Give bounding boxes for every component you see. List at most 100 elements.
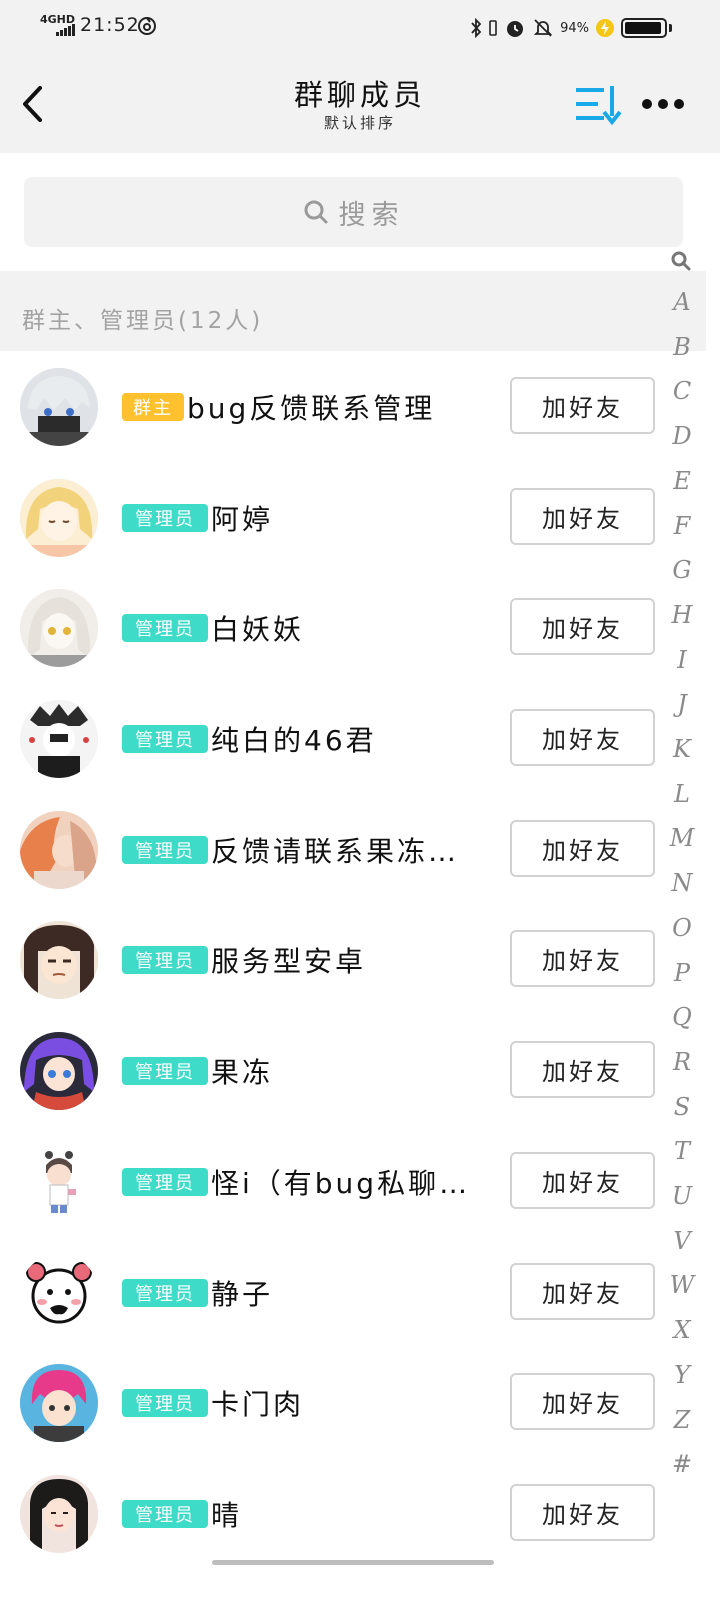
admin-badge: 管理员 — [122, 1499, 208, 1528]
avatar[interactable] — [20, 368, 98, 446]
avatar[interactable] — [20, 1253, 98, 1332]
member-name: 怪i（有bug私聊… — [211, 1166, 471, 1200]
index-letter-a[interactable]: A — [662, 288, 702, 316]
member-row[interactable]: 管理员 反馈请联系果冻… 加好友 — [0, 794, 706, 905]
home-indicator[interactable] — [212, 1560, 494, 1565]
add-friend-button[interactable]: 加好友 — [510, 487, 655, 545]
more-dot-icon — [674, 99, 684, 109]
member-row[interactable]: 管理员 静子 加好友 — [0, 1237, 706, 1348]
member-name: bug反馈联系管理 — [187, 392, 436, 425]
admin-badge: 管理员 — [122, 1389, 208, 1418]
member-row[interactable]: 管理员 阿婷 加好友 — [0, 462, 706, 573]
member-row[interactable]: 管理员 服务型安卓 加好友 — [0, 904, 706, 1015]
member-name: 服务型安卓 — [211, 945, 367, 979]
index-letter-n[interactable]: N — [662, 869, 702, 897]
admin-badge: 管理员 — [122, 614, 208, 643]
search-placeholder: 搜索 — [338, 199, 405, 231]
avatar[interactable] — [20, 810, 98, 889]
index-letter-t[interactable]: T — [662, 1137, 702, 1165]
avatar[interactable] — [20, 700, 98, 779]
bluetooth-icon — [471, 18, 482, 38]
index-letter-d[interactable]: D — [662, 422, 702, 450]
section-header: 群主、管理员(12人) — [0, 271, 706, 351]
index-letter-g[interactable]: G — [662, 556, 702, 584]
sort-icon — [576, 86, 622, 126]
member-row[interactable]: 管理员 纯白的46君 加好友 — [0, 683, 706, 794]
member-name: 白妖妖 — [211, 613, 305, 647]
member-row[interactable]: 管理员 晴 加好友 — [0, 1458, 706, 1569]
member-name: 果冻 — [211, 1056, 274, 1090]
avatar[interactable] — [20, 1364, 98, 1443]
mute-icon — [533, 19, 553, 37]
member-name: 纯白的46君 — [211, 724, 377, 758]
index-letter-z[interactable]: Z — [662, 1406, 702, 1434]
add-friend-button[interactable]: 加好友 — [510, 1151, 655, 1209]
member-name: 晴 — [211, 1498, 243, 1532]
index-letter-l[interactable]: L — [662, 780, 702, 808]
index-letter-e[interactable]: E — [662, 467, 702, 495]
index-letter-b[interactable]: B — [662, 333, 702, 361]
member-name: 静子 — [211, 1277, 274, 1311]
section-title: 群主、管理员(12人) — [22, 308, 264, 334]
index-letter-v[interactable]: V — [662, 1227, 702, 1255]
signal-icon — [56, 24, 75, 36]
alarm-icon — [507, 21, 524, 37]
add-friend-button[interactable]: 加好友 — [510, 1262, 655, 1320]
index-letter-q[interactable]: Q — [662, 1003, 702, 1031]
index-letter-i[interactable]: I — [662, 646, 702, 674]
index-search-icon[interactable] — [670, 250, 692, 272]
add-friend-button[interactable]: 加好友 — [510, 377, 655, 434]
member-row[interactable]: 管理员 卡门肉 加好友 — [0, 1347, 706, 1458]
member-name: 卡门肉 — [211, 1388, 305, 1422]
index-letter-o[interactable]: O — [662, 914, 702, 942]
index-letter-hash[interactable]: # — [662, 1450, 702, 1478]
add-friend-button[interactable]: 加好友 — [510, 709, 655, 767]
add-friend-button[interactable]: 加好友 — [510, 1483, 655, 1541]
admin-badge: 管理员 — [122, 1167, 208, 1196]
index-letter-f[interactable]: F — [662, 512, 702, 540]
index-letter-w[interactable]: W — [662, 1271, 702, 1299]
member-row[interactable]: 群主 bug反馈联系管理 加好友 — [0, 351, 706, 462]
vibrate-icon — [489, 20, 497, 36]
index-letter-p[interactable]: P — [662, 959, 702, 987]
avatar[interactable] — [20, 1032, 98, 1111]
member-name: 反馈请联系果冻… — [211, 834, 460, 868]
index-letter-r[interactable]: R — [662, 1048, 702, 1076]
index-letter-u[interactable]: U — [662, 1182, 702, 1210]
index-letter-m[interactable]: M — [662, 824, 702, 852]
add-friend-button[interactable]: 加好友 — [510, 819, 655, 877]
member-row[interactable]: 管理员 果冻 加好友 — [0, 1015, 706, 1126]
owner-badge: 群主 — [122, 393, 184, 421]
admin-badge: 管理员 — [122, 725, 208, 754]
avatar[interactable] — [20, 478, 98, 557]
status-bar: 4GHD 21:52 94% — [0, 0, 720, 56]
app-notification-icon — [138, 17, 156, 35]
battery-cap — [669, 24, 672, 32]
avatar[interactable] — [20, 921, 98, 1000]
index-letter-s[interactable]: S — [662, 1093, 702, 1121]
add-friend-button[interactable]: 加好友 — [510, 930, 655, 988]
search-input[interactable]: 搜索 — [24, 177, 683, 247]
index-letter-x[interactable]: X — [662, 1316, 702, 1344]
avatar[interactable] — [20, 1474, 98, 1553]
more-dot-icon — [642, 99, 652, 109]
add-friend-button[interactable]: 加好友 — [510, 1041, 655, 1099]
member-row[interactable]: 管理员 怪i（有bug私聊… 加好友 — [0, 1126, 706, 1237]
sort-button[interactable] — [574, 82, 622, 126]
more-button[interactable] — [638, 86, 688, 122]
header: 群聊成员 默认排序 — [0, 56, 720, 153]
charging-icon — [596, 19, 614, 37]
avatar[interactable] — [20, 589, 98, 668]
index-letter-k[interactable]: K — [662, 735, 702, 763]
index-letter-y[interactable]: Y — [662, 1361, 702, 1389]
add-friend-button[interactable]: 加好友 — [510, 598, 655, 656]
member-name: 阿婷 — [211, 502, 274, 536]
avatar[interactable] — [20, 1142, 98, 1221]
index-letter-j[interactable]: J — [662, 690, 702, 718]
add-friend-button[interactable]: 加好友 — [510, 1373, 655, 1431]
member-row[interactable]: 管理员 白妖妖 加好友 — [0, 572, 706, 683]
admin-badge: 管理员 — [122, 503, 208, 532]
member-list: 群主 bug反馈联系管理 加好友 管理员 阿婷 加好友 管理员 白妖妖 加好友 … — [0, 351, 706, 1569]
index-letter-c[interactable]: C — [662, 377, 702, 405]
index-letter-h[interactable]: H — [662, 601, 702, 629]
